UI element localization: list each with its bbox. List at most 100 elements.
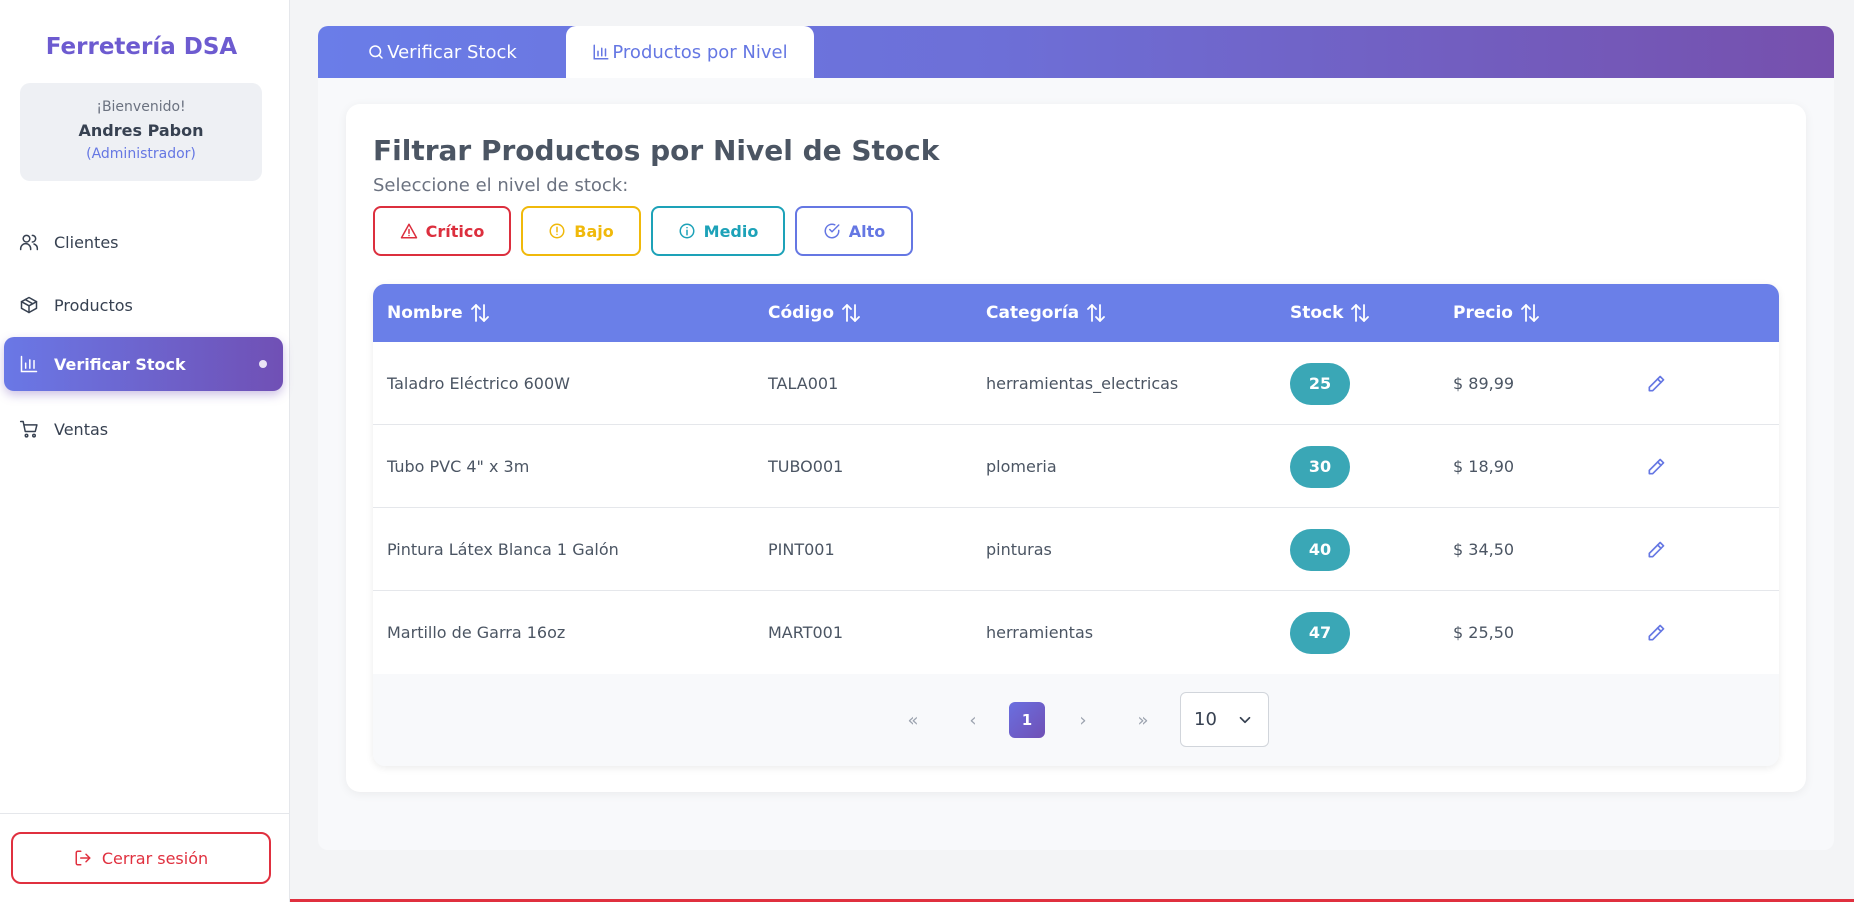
users-icon: [18, 231, 40, 253]
cell-codigo: TALA001: [768, 374, 839, 393]
cell-categoria: pinturas: [986, 540, 1052, 559]
logout-icon: [74, 849, 92, 867]
column-header-stock[interactable]: Stock: [1290, 284, 1370, 342]
filter-label: Crítico: [425, 221, 485, 241]
column-header-nombre[interactable]: Nombre: [387, 284, 489, 342]
table-body: Taladro Eléctrico 600W TALA001 herramien…: [373, 342, 1779, 674]
alert-circle-icon: [548, 222, 566, 240]
tab-label: Productos por Nivel: [612, 41, 788, 63]
sort-arrows-icon: [470, 303, 489, 323]
cell-nombre: Taladro Eléctrico 600W: [387, 374, 570, 393]
filter-medio-button[interactable]: Medio: [651, 206, 785, 256]
welcome-greeting: ¡Bienvenido!: [96, 99, 186, 115]
search-icon: [367, 43, 385, 61]
check-circle-icon: [823, 222, 841, 240]
sidebar-item-verificar-stock[interactable]: Verificar Stock: [4, 337, 283, 391]
products-table: Nombre Código Categoría Stock Precio Tal…: [373, 284, 1779, 766]
column-label: Precio: [1453, 303, 1513, 323]
logout-label: Cerrar sesión: [101, 848, 209, 868]
sidebar-item-label: Ventas: [54, 419, 109, 439]
stock-badge: 25: [1290, 362, 1350, 405]
user-name: Andres Pabon: [78, 121, 204, 140]
stock-badge: 47: [1290, 611, 1350, 654]
tab-label: Verificar Stock: [387, 41, 517, 63]
cell-actions: [1641, 425, 1671, 508]
pencil-icon: [1648, 458, 1665, 474]
pencil-icon: [1648, 375, 1665, 391]
cell-codigo: MART001: [768, 623, 844, 642]
cell-precio: $ 89,99: [1453, 374, 1515, 393]
logout-button[interactable]: Cerrar sesión: [11, 832, 271, 884]
column-label: Stock: [1290, 303, 1344, 323]
pagination: « ‹ 1 › » 10: [373, 675, 1779, 766]
cell-categoria: herramientas_electricas: [986, 374, 1179, 393]
cell-categoria: herramientas: [986, 623, 1094, 642]
column-header-codigo[interactable]: Código: [768, 284, 860, 342]
welcome-card: ¡Bienvenido! Andres Pabon (Administrador…: [20, 83, 262, 181]
page-title: Filtrar Productos por Nivel de Stock: [373, 134, 940, 167]
tab-bar: Verificar Stock Productos por Nivel: [318, 26, 1834, 78]
sort-arrows-icon: [1351, 303, 1370, 323]
filter-label: Alto: [848, 221, 886, 241]
first-page-button[interactable]: «: [895, 702, 931, 738]
cell-stock: 30: [1290, 425, 1350, 508]
sidebar-divider: [0, 813, 290, 814]
sort-arrows-icon: [842, 303, 860, 323]
filter-card: Filtrar Productos por Nivel de Stock Sel…: [346, 104, 1806, 792]
tab-verificar-stock[interactable]: Verificar Stock: [318, 26, 566, 78]
column-header-categoria[interactable]: Categoría: [986, 284, 1106, 342]
edit-button[interactable]: [1641, 535, 1671, 565]
last-page-button[interactable]: »: [1125, 702, 1161, 738]
cell-stock: 40: [1290, 508, 1350, 591]
cell-actions: [1641, 508, 1671, 591]
current-page-button[interactable]: 1: [1009, 702, 1045, 738]
brand-title: Ferretería DSA: [45, 34, 238, 60]
column-header-precio[interactable]: Precio: [1453, 284, 1539, 342]
filter-label: Medio: [703, 221, 759, 241]
cell-stock: 47: [1290, 591, 1350, 674]
sidebar-item-label: Verificar Stock: [54, 354, 186, 374]
prev-page-button[interactable]: ‹: [955, 702, 991, 738]
cell-precio: $ 34,50: [1453, 540, 1515, 559]
rows-per-page-select[interactable]: 10: [1180, 692, 1269, 747]
next-page-button[interactable]: ›: [1065, 702, 1101, 738]
warning-triangle-icon: [400, 222, 418, 240]
table-header: Nombre Código Categoría Stock Precio: [373, 284, 1779, 342]
cell-categoria: plomeria: [986, 457, 1057, 476]
cell-precio: $ 18,90: [1453, 457, 1515, 476]
cell-codigo: PINT001: [768, 540, 835, 559]
column-label: Categoría: [986, 303, 1080, 323]
edit-button[interactable]: [1641, 369, 1671, 399]
cell-actions: [1641, 591, 1671, 674]
sort-arrows-icon: [1521, 303, 1539, 323]
sidebar-item-productos[interactable]: Productos: [4, 278, 283, 332]
filter-critico-button[interactable]: Crítico: [373, 206, 511, 256]
bar-chart-icon: [18, 353, 40, 375]
column-label: Nombre: [387, 303, 463, 323]
table-row: Pintura Látex Blanca 1 Galón PINT001 pin…: [373, 508, 1779, 591]
sidebar-item-ventas[interactable]: Ventas: [4, 402, 283, 456]
level-filter-group: Crítico Bajo Medio Alto: [373, 206, 923, 256]
stock-badge: 40: [1290, 528, 1350, 571]
cell-codigo: TUBO001: [768, 457, 844, 476]
column-label: Código: [768, 303, 834, 323]
cart-icon: [18, 418, 40, 440]
sidebar-item-label: Productos: [54, 295, 133, 315]
chevron-down-icon: [1236, 711, 1254, 729]
bar-chart-icon: [592, 43, 610, 61]
sidebar-item-clientes[interactable]: Clientes: [4, 215, 283, 269]
table-row: Taladro Eléctrico 600W TALA001 herramien…: [373, 342, 1779, 425]
filter-alto-button[interactable]: Alto: [795, 206, 913, 256]
sidebar-item-label: Clientes: [54, 232, 119, 252]
stock-badge: 30: [1290, 445, 1350, 488]
pencil-icon: [1648, 624, 1665, 640]
user-role: (Administrador): [86, 146, 196, 162]
rows-per-page-value: 10: [1194, 709, 1217, 730]
sort-arrows-icon: [1087, 303, 1106, 323]
filter-bajo-button[interactable]: Bajo: [521, 206, 641, 256]
filter-label: Bajo: [574, 221, 614, 241]
cell-actions: [1641, 342, 1671, 425]
edit-button[interactable]: [1641, 452, 1671, 482]
tab-productos-por-nivel[interactable]: Productos por Nivel: [566, 26, 814, 78]
edit-button[interactable]: [1641, 618, 1671, 648]
